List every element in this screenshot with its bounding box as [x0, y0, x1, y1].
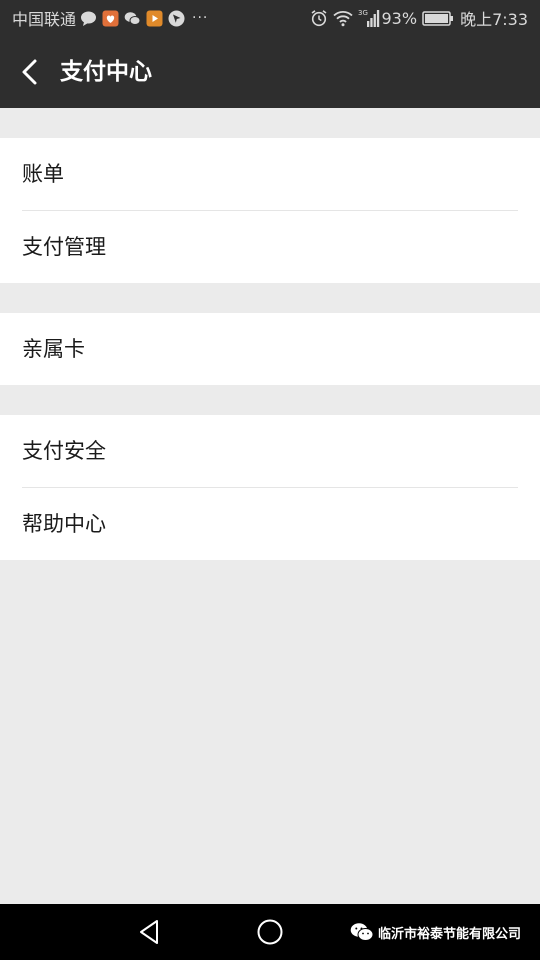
menu-list: 账单 支付管理 亲属卡 支付安全 帮助中心 [0, 108, 540, 560]
circle-home-icon [257, 919, 283, 945]
menu-item-family-card[interactable]: 亲属卡 [0, 313, 540, 385]
wechat-icon [124, 10, 141, 27]
menu-item-help-center[interactable]: 帮助中心 [0, 488, 540, 560]
watermark-text: 临沂市裕泰节能有限公司 [378, 926, 522, 942]
page-title: 支付中心 [60, 59, 152, 85]
nav-bar: 支付中心 [0, 36, 540, 108]
signal-icon: 3G [358, 9, 380, 27]
system-home-button[interactable] [254, 916, 286, 948]
message-icon [80, 10, 97, 27]
menu-group-2: 亲属卡 [0, 313, 540, 385]
weibo-icon [102, 10, 119, 27]
menu-item-payment-management[interactable]: 支付管理 [0, 211, 540, 283]
menu-group-1: 账单 支付管理 [0, 138, 540, 283]
back-button[interactable] [8, 50, 52, 94]
menu-item-bills[interactable]: 账单 [0, 138, 540, 210]
battery-percentage: 93% [381, 8, 418, 28]
menu-group-3: 支付安全 帮助中心 [0, 415, 540, 560]
menu-item-payment-security[interactable]: 支付安全 [0, 415, 540, 487]
system-nav-bar: 临沂市裕泰节能有限公司 [0, 904, 540, 960]
clock: 晚上7:33 [460, 10, 528, 29]
more-notifications-icon: ··· [192, 10, 209, 26]
alarm-icon [310, 9, 328, 27]
wifi-icon [332, 9, 353, 27]
triangle-back-icon [140, 920, 158, 944]
battery-icon [422, 9, 454, 27]
video-icon [146, 10, 163, 27]
watermark: 临沂市裕泰节能有限公司 [350, 920, 521, 944]
carrier-name: 中国联通 [12, 10, 77, 29]
wechat-logo-icon [350, 922, 374, 942]
status-bar: 中国联通 ··· 3G 93% 晚上7:33 [0, 0, 540, 36]
system-back-button[interactable] [134, 916, 166, 948]
back-arrow-icon [22, 59, 37, 85]
status-right: 3G 93% 晚上7:33 [305, 0, 528, 36]
status-left: 中国联通 ··· [12, 0, 208, 36]
network-type-label: 3G [358, 9, 368, 17]
maps-icon [168, 10, 185, 27]
